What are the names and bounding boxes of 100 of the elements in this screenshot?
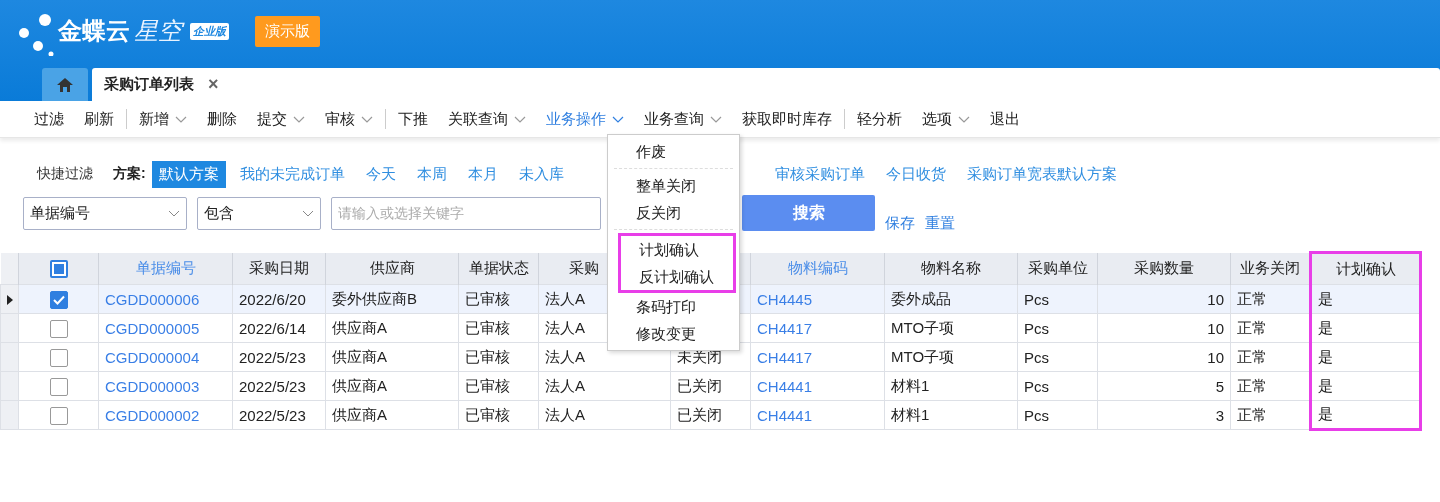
toolbar-button[interactable]: 过滤 <box>24 104 74 134</box>
save-link[interactable]: 保存 <box>885 213 915 233</box>
toolbar-button[interactable]: 刷新 <box>74 104 124 134</box>
caret-icon <box>293 115 305 123</box>
table-cell[interactable]: CH4441 <box>750 371 885 401</box>
row-checkbox[interactable] <box>49 290 68 309</box>
table-cell: 5 <box>1097 371 1231 401</box>
table-cell: 正常 <box>1230 284 1311 314</box>
table-cell: 2022/5/23 <box>232 400 326 430</box>
table-cell: 是 <box>1310 400 1421 430</box>
table-cell[interactable]: CGDD000003 <box>98 371 233 401</box>
column-header[interactable]: 单据状态 <box>458 252 539 285</box>
table-cell: MTO子项 <box>884 313 1018 343</box>
caret-icon <box>710 115 722 123</box>
table-cell[interactable]: CGDD000002 <box>98 400 233 430</box>
table-cell: Pcs <box>1017 371 1098 401</box>
field-select[interactable]: 单据编号 <box>23 196 187 230</box>
brand-name: 金蝶云 <box>58 16 130 46</box>
operator-select[interactable]: 包含 <box>197 196 321 230</box>
toolbar-button[interactable]: 业务操作 <box>536 104 634 134</box>
column-header[interactable]: 供应商 <box>325 252 459 285</box>
edition-badge: 企业版 <box>190 22 229 40</box>
caret-icon <box>612 115 624 123</box>
table-cell: 是 <box>1310 371 1421 401</box>
toolbar-button[interactable]: 业务查询 <box>634 104 732 134</box>
row-header[interactable] <box>0 284 19 314</box>
menu-item[interactable]: 反关闭 <box>618 199 730 226</box>
row-checkbox[interactable] <box>49 348 68 367</box>
row-checkbox[interactable] <box>49 377 68 396</box>
scheme-link[interactable]: 今日收货 <box>878 160 953 188</box>
select-all-checkbox[interactable] <box>49 259 68 278</box>
table-cell[interactable]: CGDD000006 <box>98 284 233 314</box>
home-icon <box>57 77 73 92</box>
column-header[interactable]: 采购数量 <box>1097 252 1231 285</box>
menu-item[interactable]: 计划确认 <box>618 233 736 263</box>
table-cell: 是 <box>1310 284 1421 314</box>
column-header[interactable]: 业务关闭 <box>1230 252 1311 285</box>
table-cell[interactable]: CGDD000005 <box>98 313 233 343</box>
scheme-link[interactable]: 审核采购订单 <box>767 160 872 188</box>
table-cell[interactable]: CH4417 <box>750 313 885 343</box>
toolbar-button[interactable]: 提交 <box>247 104 315 134</box>
table-cell: 法人A <box>538 400 671 430</box>
table-cell: 供应商A <box>325 371 459 401</box>
page-tab[interactable]: 采购订单列表 × <box>91 68 1440 101</box>
close-icon[interactable]: × <box>207 74 219 95</box>
table-cell: 法人A <box>538 371 671 401</box>
table-cell[interactable]: CH4441 <box>750 400 885 430</box>
table-cell: 已审核 <box>458 400 539 430</box>
table-cell: 2022/6/14 <box>232 313 326 343</box>
toolbar-button[interactable]: 删除 <box>197 104 247 134</box>
table-cell: 2022/6/20 <box>232 284 326 314</box>
column-header[interactable]: 计划确认 <box>1310 252 1421 285</box>
table-cell: 已审核 <box>458 284 539 314</box>
toolbar-button[interactable]: 轻分析 <box>847 104 912 134</box>
current-row-icon <box>6 294 13 305</box>
scheme-link[interactable]: 我的未完成订单 <box>232 160 352 188</box>
table-cell: 已审核 <box>458 371 539 401</box>
tab-label: 采购订单列表 <box>103 75 194 94</box>
row-checkbox[interactable] <box>49 406 68 425</box>
keyword-input[interactable]: 请输入或选择关键字 <box>331 196 601 230</box>
toolbar-button[interactable]: 审核 <box>315 104 383 134</box>
table-cell[interactable]: CH4445 <box>750 284 885 314</box>
toolbar-button[interactable]: 新增 <box>129 104 197 134</box>
menu-item[interactable]: 反计划确认 <box>618 263 736 293</box>
table-cell: 10 <box>1097 284 1231 314</box>
scheme-link[interactable]: 未入库 <box>511 160 571 188</box>
toolbar-button[interactable]: 获取即时库存 <box>732 104 842 134</box>
table-cell: 委外供应商B <box>325 284 459 314</box>
column-header[interactable]: 采购单位 <box>1017 252 1098 285</box>
table-cell: 已关闭 <box>670 400 751 430</box>
select-value: 单据编号 <box>30 203 90 223</box>
reset-link[interactable]: 重置 <box>925 213 955 233</box>
table-cell: 10 <box>1097 342 1231 372</box>
scheme-link[interactable]: 默认方案 <box>151 160 226 188</box>
toolbar-button[interactable]: 下推 <box>388 104 438 134</box>
column-header[interactable]: 采购日期 <box>232 252 326 285</box>
scheme-link[interactable]: 本月 <box>460 160 505 188</box>
toolbar-button[interactable]: 选项 <box>912 104 980 134</box>
table-cell: 材料1 <box>884 400 1018 430</box>
table-cell: Pcs <box>1017 284 1098 314</box>
home-tab[interactable] <box>42 68 88 101</box>
scheme-link[interactable]: 今天 <box>358 160 403 188</box>
toolbar-button[interactable]: 退出 <box>980 104 1030 134</box>
table-cell: 供应商A <box>325 400 459 430</box>
table-cell: 材料1 <box>884 371 1018 401</box>
table-cell: 委外成品 <box>884 284 1018 314</box>
table-cell[interactable]: CGDD000004 <box>98 342 233 372</box>
table-cell[interactable]: CH4417 <box>750 342 885 372</box>
column-header[interactable]: 物料名称 <box>884 252 1018 285</box>
table-cell: 2022/5/23 <box>232 342 326 372</box>
menu-item[interactable]: 整单关闭 <box>618 172 730 199</box>
menu-item[interactable]: 作废 <box>618 138 730 165</box>
toolbar-button[interactable]: 关联查询 <box>438 104 536 134</box>
scheme-link[interactable]: 采购订单宽表默认方案 <box>959 160 1124 188</box>
scheme-link[interactable]: 本周 <box>409 160 454 188</box>
caret-icon <box>958 115 970 123</box>
scheme-label: 方案: <box>113 165 146 183</box>
row-checkbox[interactable] <box>49 319 68 338</box>
select-value: 包含 <box>204 203 234 223</box>
quick-filter-label: 快捷过滤 <box>37 165 93 183</box>
